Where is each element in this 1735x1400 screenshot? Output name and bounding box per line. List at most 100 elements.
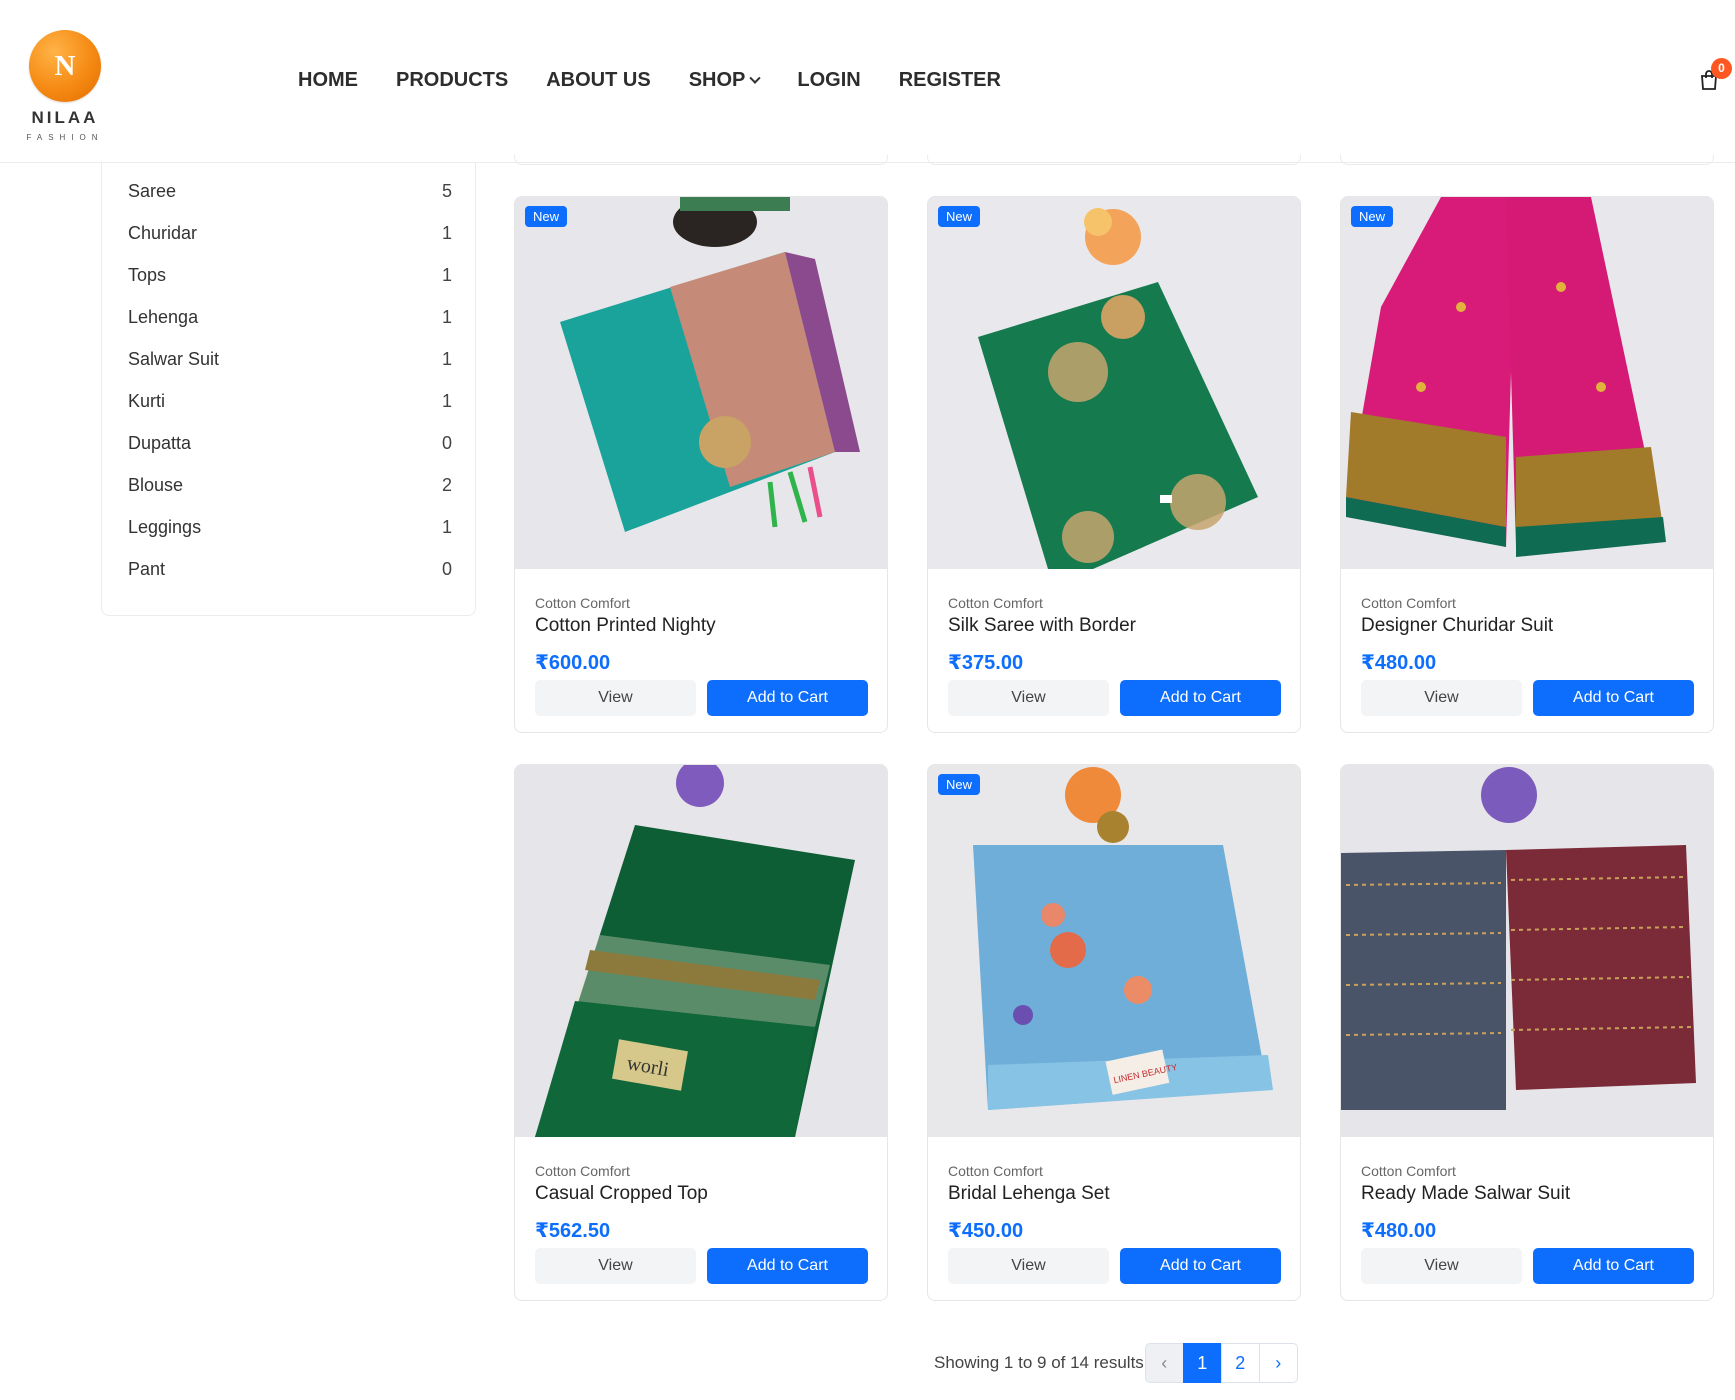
product-title[interactable]: Cotton Printed Nighty [535,615,716,637]
product-card[interactable]: New Cotton Comfort Cotton Printed Nighty… [514,196,888,733]
product-card[interactable]: LINEN BEAUTY New Cotton Comfort Bridal L… [927,764,1301,1301]
nav-home[interactable]: HOME [298,69,358,92]
product-card[interactable]: worli Cotton Comfort Casual Cropped Top … [514,764,888,1301]
category-name: Blouse [128,475,184,495]
nav-register[interactable]: REGISTER [899,69,1001,92]
product-brand: Cotton Comfort [535,595,630,611]
category-name: Pant [128,559,166,579]
category-item-tops[interactable]: Tops 1 [128,265,452,286]
product-brand: Cotton Comfort [1361,1163,1456,1179]
results-summary: Showing 1 to 9 of 14 results [934,1353,1144,1372]
page-2-button[interactable]: 2 [1220,1343,1260,1383]
cart-button[interactable]: 0 [1697,58,1732,94]
product-title[interactable]: Bridal Lehenga Set [948,1183,1110,1205]
nav-products-label: PRODUCTS [396,69,509,91]
category-count: 1 [441,307,452,327]
nav-home-label: HOME [298,69,358,91]
product-image[interactable]: LINEN BEAUTY New [928,765,1300,1137]
product-image[interactable]: New [928,197,1300,569]
product-image[interactable]: New [1341,197,1713,569]
category-name: Salwar Suit [128,349,220,369]
product-card[interactable]: New Cotton Comfort Silk Saree with Borde… [927,196,1301,733]
product-brand: Cotton Comfort [1361,595,1456,611]
product-card[interactable]: Cotton Comfort Ready Made Salwar Suit ₹4… [1340,764,1714,1301]
category-count: 1 [441,349,452,369]
category-item-salwar-suit[interactable]: Salwar Suit 1 [128,349,452,370]
site-header: N NILAA FASHION HOME PRODUCTS ABOUT US S… [0,0,1735,163]
previous-card-edge [1340,155,1714,165]
nav-shop-label: SHOP [688,69,746,91]
nav-products[interactable]: PRODUCTS [396,69,508,92]
nav-login-label: LOGIN [797,69,861,91]
category-count: 2 [441,475,452,495]
logo-name: NILAA [31,108,99,127]
previous-page-button[interactable]: ‹ [1144,1343,1184,1383]
product-price: ₹600.00 [535,652,611,674]
category-name: Kurti [128,391,166,411]
view-button[interactable]: View [1361,1248,1522,1284]
category-item-lehenga[interactable]: Lehenga 1 [128,307,452,328]
next-page-button[interactable]: › [1258,1343,1298,1383]
product-image[interactable]: New [515,197,887,569]
add-to-cart-button[interactable]: Add to Cart [707,680,868,716]
product-price: ₹375.00 [948,652,1024,674]
previous-card-edge [514,155,888,165]
nav-register-label: REGISTER [898,69,1001,91]
new-badge: New [525,206,568,227]
category-name: Churidar [128,223,198,243]
category-sidebar: Saree 5 Churidar 1 Tops 1 Lehenga 1 Salwar S… [101,163,476,616]
category-item-kurti[interactable]: Kurti 1 [128,391,452,412]
new-badge: New [938,206,981,227]
view-button[interactable]: View [948,680,1109,716]
category-count: 1 [441,223,452,243]
category-count: 1 [441,517,452,537]
product-price: ₹450.00 [948,1220,1024,1242]
category-item-saree[interactable]: Saree 5 [128,181,452,202]
category-item-churidar[interactable]: Churidar 1 [128,223,452,244]
product-card[interactable]: New Cotton Comfort Designer Churidar Sui… [1340,196,1714,733]
previous-card-edge [927,155,1301,165]
product-image[interactable] [1341,765,1713,1137]
product-brand: Cotton Comfort [535,1163,630,1179]
view-button[interactable]: View [1361,680,1522,716]
product-image[interactable]: worli [515,765,887,1137]
add-to-cart-button[interactable]: Add to Cart [1533,680,1694,716]
product-price: ₹480.00 [1361,652,1437,674]
view-button[interactable]: View [948,1248,1109,1284]
logo-badge: N [29,30,101,102]
product-title[interactable]: Silk Saree with Border [948,615,1136,637]
add-to-cart-button[interactable]: Add to Cart [707,1248,868,1284]
cart-count-badge: 0 [1711,58,1732,79]
brand-logo[interactable]: N NILAA FASHION [17,30,113,142]
add-to-cart-button[interactable]: Add to Cart [1533,1248,1694,1284]
nav-about-us[interactable]: ABOUT US [546,69,650,92]
category-item-pant[interactable]: Pant 0 [128,559,452,580]
chevron-down-icon [749,72,762,84]
category-item-blouse[interactable]: Blouse 2 [128,475,452,496]
view-button[interactable]: View [535,1248,696,1284]
logo-tagline: FASHION [26,133,104,142]
category-count: 0 [441,433,452,453]
category-name: Leggings [128,517,202,537]
product-brand: Cotton Comfort [948,595,1043,611]
category-item-leggings[interactable]: Leggings 1 [128,517,452,538]
product-title[interactable]: Designer Churidar Suit [1361,615,1553,637]
nav-shop[interactable]: SHOP [688,69,762,92]
nav-about-label: ABOUT US [546,69,651,91]
category-count: 0 [441,559,452,579]
page-1-button[interactable]: 1 [1182,1343,1222,1383]
category-count: 5 [441,181,452,201]
view-button[interactable]: View [535,680,696,716]
category-count: 1 [441,265,452,285]
product-title[interactable]: Casual Cropped Top [535,1183,708,1205]
product-price: ₹480.00 [1361,1220,1437,1242]
add-to-cart-button[interactable]: Add to Cart [1120,680,1281,716]
category-name: Dupatta [128,433,192,453]
category-item-dupatta[interactable]: Dupatta 0 [128,433,452,454]
nav-login[interactable]: LOGIN [797,69,860,92]
product-price: ₹562.50 [535,1220,611,1242]
new-badge: New [938,774,981,795]
category-count: 1 [441,391,452,411]
add-to-cart-button[interactable]: Add to Cart [1120,1248,1281,1284]
product-title[interactable]: Ready Made Salwar Suit [1361,1183,1570,1205]
